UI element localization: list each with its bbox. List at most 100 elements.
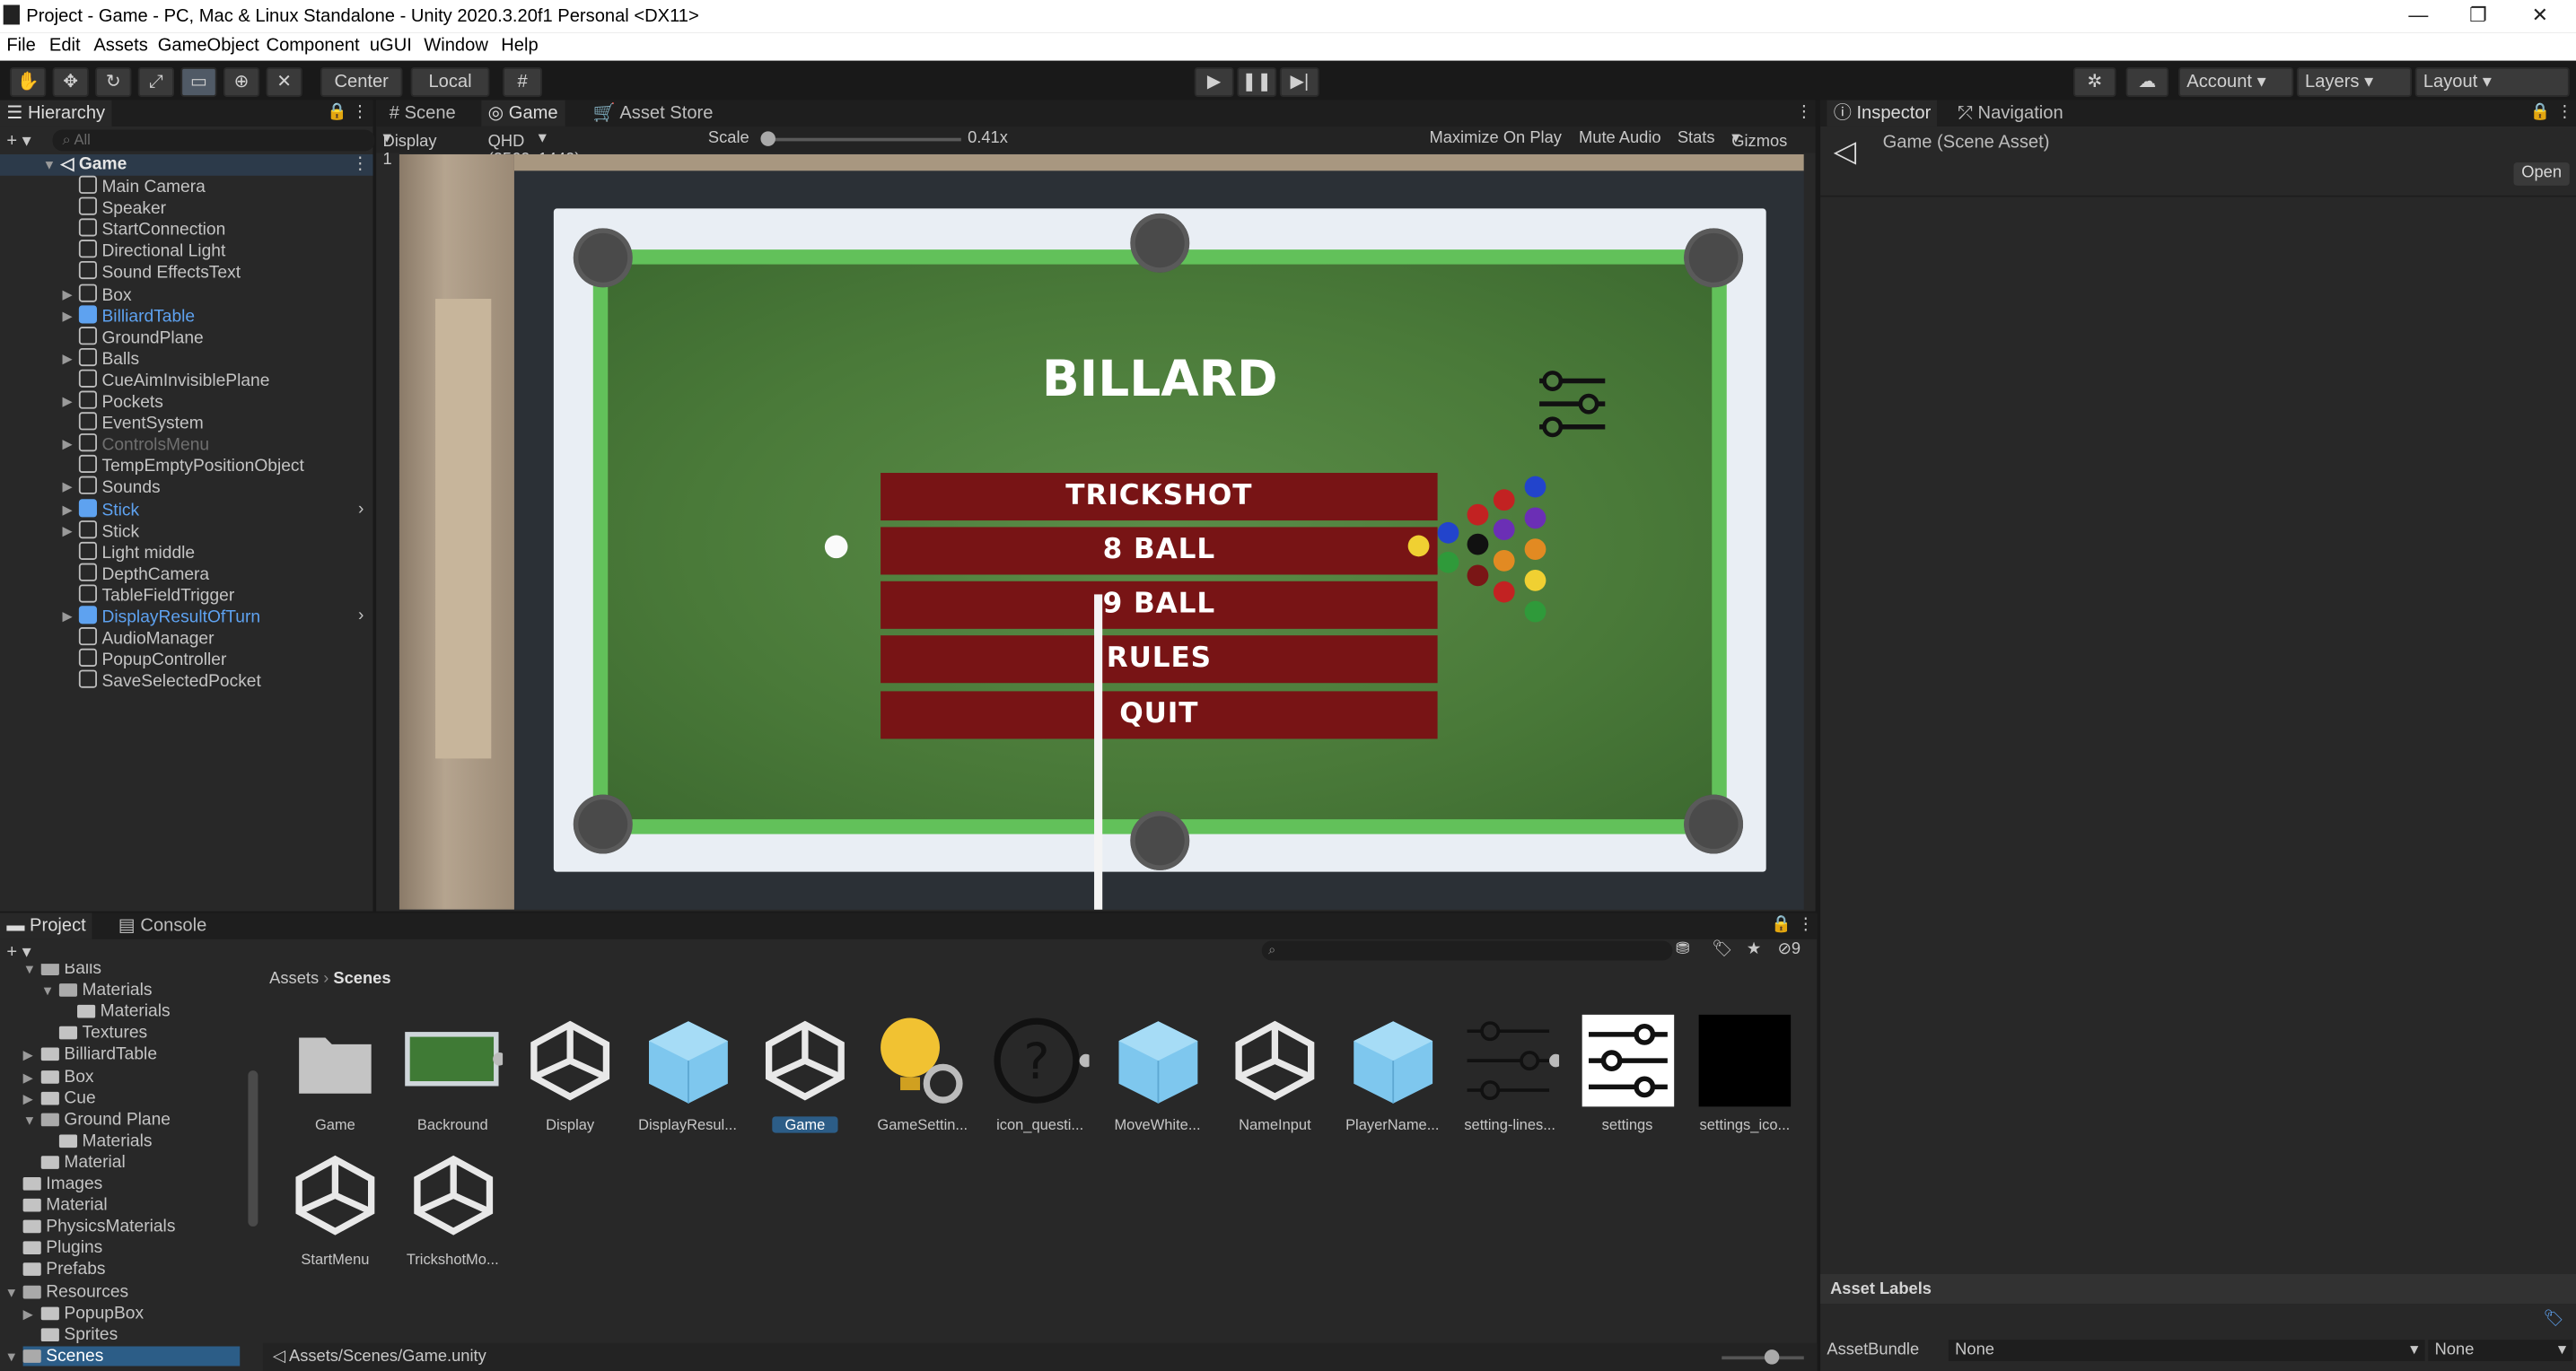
rect-tool-icon[interactable]: ▭	[180, 67, 217, 97]
tree-expand-arrow-icon[interactable]: ▶	[23, 1070, 33, 1084]
expand-arrow-icon[interactable]: ▶	[63, 523, 73, 537]
inspector-menu-icon[interactable]: ⋮	[2556, 103, 2572, 121]
expand-arrow-icon[interactable]: ▶	[63, 394, 73, 408]
tree-expand-arrow-icon[interactable]: ▼	[4, 1285, 18, 1299]
maximize-on-play-toggle[interactable]: Maximize On Play	[1429, 130, 1561, 148]
gizmos-dropdown[interactable]: Gizmos ▾	[1731, 130, 1787, 152]
quit-button[interactable]: QUIT	[881, 691, 1438, 739]
hierarchy-item[interactable]: AudioManager	[78, 627, 215, 649]
cloud-icon[interactable]: ☁	[2125, 67, 2169, 97]
open-prefab-icon[interactable]: ›	[358, 498, 364, 518]
tree-folder-item[interactable]: PopupBox	[40, 1303, 144, 1323]
menu-file[interactable]: File	[6, 36, 35, 56]
tab-asset-store[interactable]: 🛒 Asset Store	[586, 100, 719, 127]
tree-folder-item[interactable]: Resources	[22, 1281, 129, 1301]
expand-arrow-icon[interactable]: ▶	[63, 351, 73, 365]
expand-arrow-icon[interactable]: ▶	[63, 286, 73, 301]
scale-tool-icon[interactable]: ⤢	[137, 67, 175, 97]
tab-project[interactable]: ▬ Project	[0, 913, 93, 939]
panel-menu-icon[interactable]: ⋮	[352, 103, 368, 121]
pivot-center-button[interactable]: Center	[320, 67, 403, 97]
hierarchy-item[interactable]: DisplayResultOfTurn	[78, 606, 260, 627]
hierarchy-item[interactable]: ControlsMenu	[78, 433, 209, 455]
hierarchy-item[interactable]: PopupController	[78, 649, 226, 670]
tree-folder-item[interactable]: Prefabs	[22, 1260, 106, 1279]
collab-icon[interactable]: ✲	[2072, 67, 2116, 97]
tree-expand-arrow-icon[interactable]: ▼	[41, 983, 55, 998]
grid-snap-icon[interactable]: #	[503, 67, 543, 97]
tree-expand-arrow-icon[interactable]: ▼	[23, 1113, 37, 1127]
scene-root-row[interactable]: ▼ ◁ Game ⋮	[0, 154, 373, 176]
tree-expand-arrow-icon[interactable]: ▶	[23, 1306, 33, 1321]
tab-console[interactable]: ▤ Console	[111, 913, 213, 939]
tree-folder-item[interactable]: Images	[22, 1174, 103, 1193]
display-dropdown[interactable]: Display 1 ▾	[382, 130, 436, 170]
menu-gameobject[interactable]: GameObject	[158, 36, 259, 56]
hierarchy-item[interactable]: Light middle	[78, 541, 195, 563]
hierarchy-item[interactable]: CueAimInvisiblePlane	[78, 369, 270, 390]
hierarchy-item[interactable]: Directional Light	[78, 240, 225, 261]
expand-arrow-icon[interactable]: ▼	[43, 158, 57, 172]
breadcrumb-assets[interactable]: Assets	[269, 970, 319, 988]
layers-dropdown[interactable]: Layers ▾	[2296, 67, 2413, 97]
tree-folder-item[interactable]: Material	[22, 1195, 108, 1215]
tree-folder-item[interactable]: Materials	[58, 981, 153, 1000]
tree-folder-item[interactable]: Textures	[58, 1024, 147, 1044]
transform-tool-icon[interactable]: ⊕	[223, 67, 260, 97]
scale-slider-track[interactable]	[764, 137, 961, 142]
hierarchy-item[interactable]: StartConnection	[78, 218, 225, 240]
expand-arrow-icon[interactable]: ▶	[63, 308, 73, 322]
expand-arrow-icon[interactable]: ▶	[63, 437, 73, 451]
hierarchy-item[interactable]: Sound EffectsText	[78, 261, 241, 283]
minimize-button[interactable]: —	[2408, 4, 2428, 27]
rotate-tool-icon[interactable]: ↻	[95, 67, 132, 97]
tree-folder-item[interactable]: BilliardTable	[40, 1045, 157, 1064]
breadcrumb-scenes[interactable]: Scenes	[333, 970, 390, 988]
view-menu-icon[interactable]: ⋮	[1796, 103, 1812, 121]
tree-folder-item[interactable]: Plugins	[22, 1238, 102, 1258]
hierarchy-item[interactable]: SaveSelectedPocket	[78, 670, 261, 692]
tree-scrollbar[interactable]	[248, 1070, 258, 1227]
tree-folder-item[interactable]: Ground Plane	[40, 1109, 171, 1129]
nine-ball-button[interactable]: 9 BALL	[881, 581, 1438, 629]
move-tool-icon[interactable]: ✥	[52, 67, 89, 97]
tree-folder-item[interactable]: Materials	[77, 1002, 171, 1022]
filter-type-icon[interactable]: ⛃	[1676, 941, 1689, 959]
pivot-local-button[interactable]: Local	[410, 67, 490, 97]
close-button[interactable]: ✕	[2532, 4, 2548, 27]
hierarchy-item[interactable]: DepthCamera	[78, 563, 209, 584]
favorites-icon[interactable]: ★	[1747, 941, 1761, 959]
hierarchy-item[interactable]: BilliardTable	[78, 304, 195, 326]
tree-expand-arrow-icon[interactable]: ▶	[23, 1091, 33, 1105]
pause-button[interactable]: ❚❚	[1237, 67, 1277, 97]
menu-help[interactable]: Help	[501, 36, 538, 56]
tab-hierarchy[interactable]: ☰ Hierarchy	[0, 100, 112, 127]
expand-arrow-icon[interactable]: ▶	[63, 480, 73, 494]
open-button[interactable]: Open	[2513, 162, 2570, 186]
menu-assets[interactable]: Assets	[93, 36, 147, 56]
hand-tool-icon[interactable]: ✋	[9, 67, 47, 97]
tree-expand-arrow-icon[interactable]: ▼	[23, 964, 37, 977]
tab-navigation[interactable]: ⤱ Navigation	[1952, 100, 2071, 127]
hidden-packages-toggle[interactable]: ⊘9	[1777, 941, 1801, 959]
tree-expand-arrow-icon[interactable]: ▼	[4, 1349, 18, 1364]
tree-folder-item[interactable]: Materials	[58, 1131, 153, 1150]
menu-component[interactable]: Component	[267, 36, 360, 56]
expand-arrow-icon[interactable]: ▶	[63, 502, 73, 516]
hierarchy-item[interactable]: Main Camera	[78, 175, 206, 197]
tree-folder-item[interactable]: Balls	[40, 964, 101, 979]
mute-audio-toggle[interactable]: Mute Audio	[1579, 130, 1661, 148]
layout-dropdown[interactable]: Layout ▾	[2414, 67, 2570, 97]
filter-label-icon[interactable]: 🏷	[1712, 941, 1732, 959]
open-prefab-icon[interactable]: ›	[358, 606, 364, 625]
hierarchy-item[interactable]: EventSystem	[78, 412, 204, 433]
restore-button[interactable]: ❐	[2469, 4, 2487, 27]
tag-icon[interactable]: 🏷	[2543, 1310, 2563, 1328]
trickshot-button[interactable]: TRICKSHOT	[881, 473, 1438, 521]
tab-scene[interactable]: # Scene	[382, 100, 462, 127]
menu-ugui[interactable]: uGUI	[370, 36, 412, 56]
tree-folder-item[interactable]: Scenes	[22, 1346, 241, 1367]
tree-folder-item[interactable]: PhysicsMaterials	[22, 1217, 175, 1236]
custom-tool-icon[interactable]: ✕	[266, 67, 302, 97]
rules-button[interactable]: RULES	[881, 635, 1438, 684]
